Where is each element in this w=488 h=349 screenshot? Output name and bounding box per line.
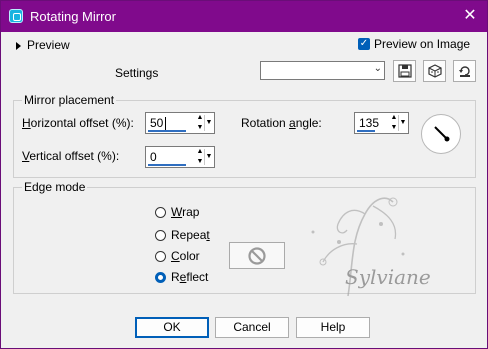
label-text: rap bbox=[182, 205, 200, 219]
edge-mode-reflect-radio[interactable]: Reflect bbox=[155, 270, 208, 284]
preview-label: Preview bbox=[27, 38, 70, 52]
reset-icon bbox=[458, 66, 470, 77]
preview-on-image-label: Preview on Image bbox=[374, 37, 471, 51]
rotation-angle-input[interactable]: 135 ▲ ▼ ▼ bbox=[354, 112, 409, 134]
text-caret bbox=[165, 117, 166, 130]
preview-section-toggle[interactable]: Preview bbox=[16, 38, 70, 52]
value-slider-bar[interactable] bbox=[148, 164, 186, 166]
spin-arrows-icon[interactable]: ▲ ▼ bbox=[196, 147, 204, 167]
dropdown-arrow-icon[interactable]: ▼ bbox=[204, 115, 213, 131]
edge-mode-title: Edge mode bbox=[22, 180, 88, 194]
preview-on-image-checkbox[interactable]: ✓ Preview on Image bbox=[358, 37, 470, 51]
radio-label: Color bbox=[171, 249, 200, 263]
rotation-angle-value: 135 bbox=[359, 116, 380, 130]
label-text: ertical offset (%): bbox=[29, 149, 120, 163]
label-accelerator: a bbox=[289, 116, 296, 130]
edge-color-swatch[interactable] bbox=[229, 242, 285, 269]
save-preset-button[interactable] bbox=[393, 60, 416, 82]
dropdown-arrow-icon[interactable]: ▼ bbox=[204, 149, 213, 165]
label-text: Rotation bbox=[241, 116, 290, 130]
label-accelerator: t bbox=[206, 228, 210, 242]
edge-mode-color-radio[interactable]: Color bbox=[155, 249, 200, 263]
vertical-offset-input[interactable]: 0 ▲ ▼ ▼ bbox=[145, 146, 215, 168]
label-text: orizontal offset (%): bbox=[30, 116, 134, 130]
rotation-angle-dial[interactable] bbox=[421, 114, 461, 154]
label-accelerator: H bbox=[22, 116, 31, 130]
label-text: ngle: bbox=[295, 116, 322, 130]
angle-pointer-icon bbox=[434, 126, 450, 142]
ok-button[interactable]: OK bbox=[135, 317, 209, 338]
label-accelerator: C bbox=[171, 249, 180, 263]
help-button[interactable]: Help bbox=[296, 317, 370, 338]
spin-arrows-icon[interactable]: ▲ ▼ bbox=[390, 113, 398, 133]
dialog-window: Rotating Mirror ✕ Preview ✓ Preview on I… bbox=[0, 0, 488, 349]
watermark-signature: Sylviane bbox=[345, 265, 431, 289]
radio-unchecked-icon bbox=[155, 250, 166, 262]
cancel-button[interactable]: Cancel bbox=[215, 317, 289, 338]
checkbox-checked-icon: ✓ bbox=[358, 38, 370, 50]
vertical-offset-label: Vertical offset (%): bbox=[22, 149, 119, 163]
horizontal-offset-input[interactable]: 50 ▲ ▼ ▼ bbox=[145, 112, 215, 134]
mirror-placement-title: Mirror placement bbox=[22, 93, 117, 107]
value-slider-bar[interactable] bbox=[148, 130, 186, 132]
randomize-button[interactable] bbox=[423, 60, 446, 82]
label-text: Repea bbox=[171, 228, 207, 242]
edge-mode-wrap-radio[interactable]: Wrap bbox=[155, 205, 199, 219]
label-text: R bbox=[171, 270, 180, 284]
settings-dropdown[interactable]: ⌄ bbox=[260, 61, 385, 80]
dropdown-arrow-icon[interactable]: ▼ bbox=[398, 115, 407, 131]
expand-arrow-icon bbox=[16, 41, 21, 50]
label-text: flect bbox=[186, 270, 209, 284]
no-entry-icon bbox=[248, 246, 266, 265]
radio-checked-icon bbox=[155, 271, 166, 283]
radio-label: Wrap bbox=[171, 205, 199, 219]
label-text: olor bbox=[179, 249, 200, 263]
title-bar[interactable]: Rotating Mirror ✕ bbox=[1, 1, 487, 32]
vertical-offset-value: 0 bbox=[150, 150, 157, 164]
save-icon bbox=[397, 64, 412, 78]
spin-arrows-icon[interactable]: ▲ ▼ bbox=[196, 113, 204, 133]
chevron-down-icon: ⌄ bbox=[373, 63, 382, 74]
close-icon[interactable]: ✕ bbox=[461, 7, 479, 25]
horizontal-offset-label: Horizontal offset (%): bbox=[22, 116, 134, 130]
dice-icon bbox=[427, 64, 442, 78]
window-title: Rotating Mirror bbox=[30, 9, 116, 24]
settings-label: Settings bbox=[115, 66, 159, 80]
radio-unchecked-icon bbox=[155, 206, 166, 218]
reset-button[interactable] bbox=[453, 60, 476, 82]
rotation-angle-label: Rotation angle: bbox=[241, 116, 322, 130]
radio-label: Repeat bbox=[171, 228, 210, 242]
edge-mode-repeat-radio[interactable]: Repeat bbox=[155, 228, 210, 242]
horizontal-offset-value: 50 bbox=[150, 116, 164, 130]
radio-unchecked-icon bbox=[155, 229, 166, 241]
app-icon bbox=[9, 9, 23, 23]
label-accelerator: W bbox=[171, 205, 183, 219]
radio-label: Reflect bbox=[171, 270, 208, 284]
value-slider-bar[interactable] bbox=[357, 130, 375, 132]
